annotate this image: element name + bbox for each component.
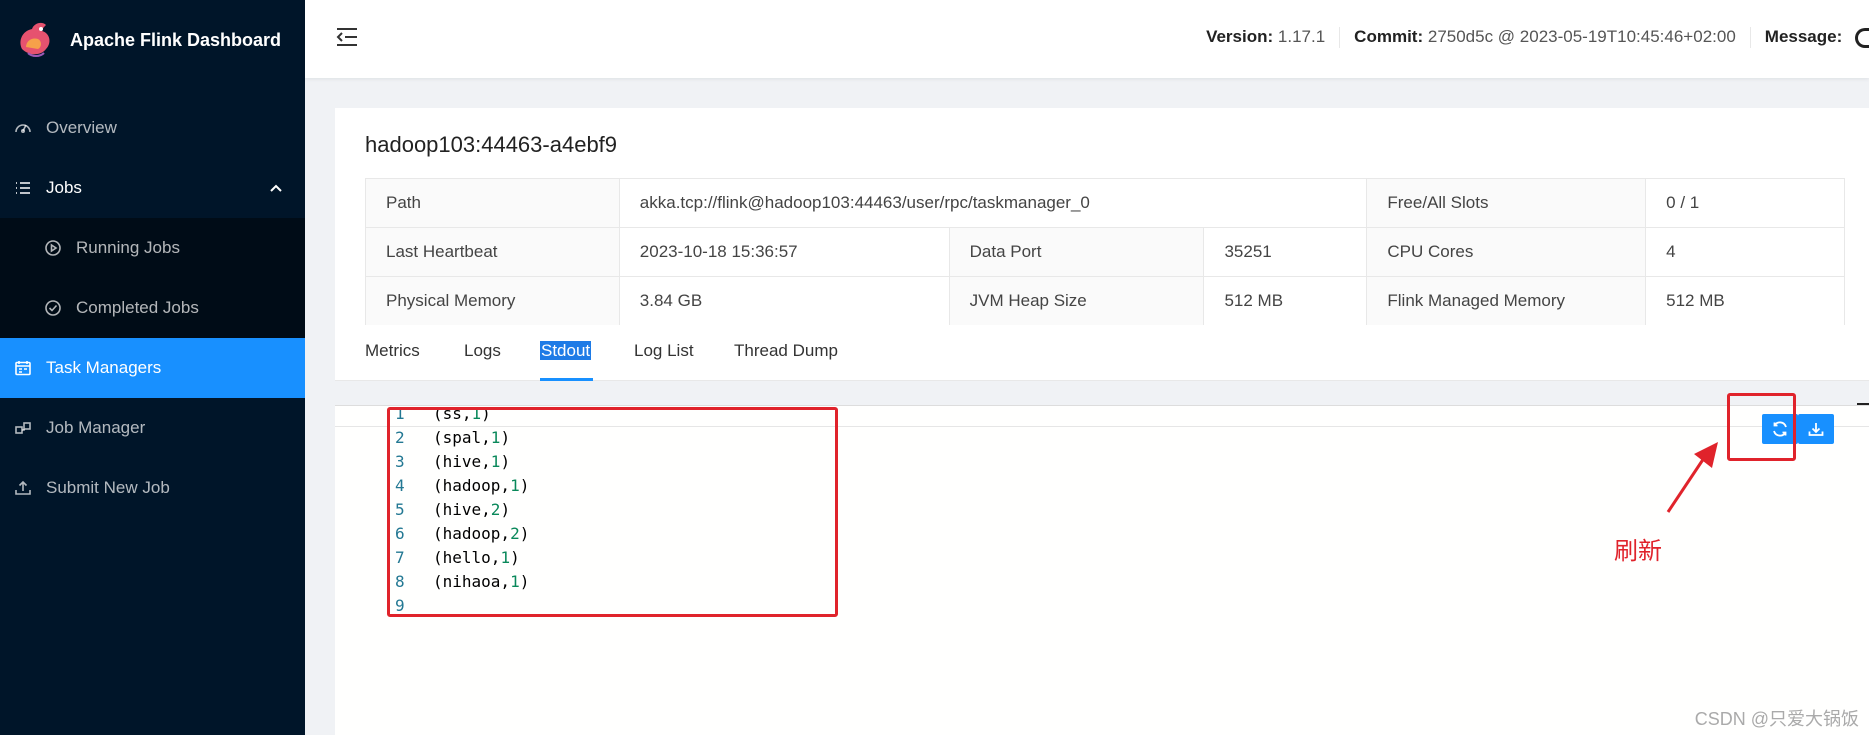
sidebar-item-running-jobs[interactable]: Running Jobs (0, 218, 305, 278)
tab-metrics[interactable]: Metrics (365, 341, 420, 361)
chevron-up-icon[interactable] (269, 180, 283, 194)
flink-logo-icon (20, 22, 50, 57)
jobs-submenu: Running Jobs Completed Jobs (0, 218, 305, 338)
version-info: Version: 1.17.1 Commit: 2750d5c @ 2023-0… (1192, 27, 1869, 48)
sidebar-item-label: Running Jobs (76, 238, 180, 257)
sidebar: Apache Flink Dashboard Overview Jobs Run… (0, 0, 305, 735)
play-circle-icon (44, 239, 62, 257)
sidebar-item-label: Completed Jobs (76, 298, 199, 317)
managed-memory-label: Flink Managed Memory (1366, 276, 1647, 326)
taskmanager-descriptions: Path akka.tcp://flink@hadoop103:44463/us… (365, 178, 1845, 326)
brand[interactable]: Apache Flink Dashboard (0, 0, 305, 80)
sidebar-item-job-manager[interactable]: Job Manager (0, 398, 305, 458)
jvm-heap-label: JVM Heap Size (948, 276, 1205, 326)
version-label: Version: (1206, 27, 1274, 46)
heartbeat-value: 2023-10-18 15:36:57 (618, 227, 950, 277)
sidebar-item-completed-jobs[interactable]: Completed Jobs (0, 278, 305, 338)
tab-stdout-label: Stdout (540, 341, 592, 360)
sidebar-item-label: Job Manager (46, 418, 146, 437)
watermark: CSDN @只爱大锅饭 (1694, 709, 1859, 729)
download-button[interactable] (1798, 414, 1834, 444)
commit-segment: Commit: 2750d5c @ 2023-05-19T10:45:46+02… (1340, 27, 1751, 48)
cpu-cores-value: 4 (1645, 227, 1845, 277)
menu-fold-icon[interactable] (335, 26, 359, 48)
check-circle-icon (44, 299, 62, 317)
sidebar-item-jobs[interactable]: Jobs (0, 158, 305, 218)
free-slots-label: Free/All Slots (1366, 178, 1647, 228)
data-port-label: Data Port (948, 227, 1205, 277)
sidebar-item-task-managers[interactable]: Task Managers (0, 338, 305, 398)
annotation-arrow-icon (1666, 442, 1718, 513)
sidebar-item-label: Jobs (46, 178, 82, 197)
message-segment: Message: (1751, 27, 1869, 48)
version-value: 1.17.1 (1277, 27, 1326, 46)
scroll-edge-mark (1857, 403, 1869, 405)
tab-bar: Metrics Logs Stdout Log List Thread Dump (335, 325, 1869, 381)
jvm-heap-value: 512 MB (1203, 276, 1368, 326)
tab-log-list[interactable]: Log List (634, 341, 694, 361)
app-title: Apache Flink Dashboard (70, 29, 282, 50)
free-slots-value: 0 / 1 (1645, 178, 1845, 228)
cluster-icon (14, 419, 32, 437)
sidebar-item-label: Overview (46, 118, 117, 137)
physical-memory-label: Physical Memory (365, 276, 620, 326)
cpu-cores-label: CPU Cores (1366, 227, 1647, 277)
tab-logs[interactable]: Logs (464, 341, 501, 361)
managed-memory-value: 512 MB (1645, 276, 1845, 326)
sidebar-item-label: Submit New Job (46, 478, 170, 497)
tab-stdout[interactable]: Stdout (540, 341, 592, 361)
path-label: Path (365, 178, 620, 228)
tab-ink-bar (540, 378, 593, 381)
commit-label: Commit: (1354, 27, 1424, 46)
schedule-icon (14, 359, 32, 377)
download-icon (1808, 423, 1824, 436)
message-label: Message: (1764, 27, 1843, 46)
annotation-label: 刷新 (1614, 537, 1662, 565)
table-row: Path akka.tcp://flink@hadoop103:44463/us… (365, 178, 1845, 228)
data-port-value: 35251 (1203, 227, 1368, 277)
commit-value: 2750d5c @ 2023-05-19T10:45:46+02:00 (1427, 27, 1736, 46)
physical-memory-value: 3.84 GB (618, 276, 950, 326)
sidebar-item-label: Task Managers (46, 358, 162, 377)
list-icon (14, 179, 32, 197)
path-value: akka.tcp://flink@hadoop103:44463/user/rp… (618, 178, 1368, 228)
dashboard-icon (14, 119, 32, 137)
message-icon[interactable] (1855, 27, 1869, 48)
upload-icon (14, 479, 32, 497)
version-segment: Version: 1.17.1 (1192, 27, 1341, 48)
stdout-highlight-box (387, 407, 838, 617)
heartbeat-label: Last Heartbeat (365, 227, 620, 277)
refresh-highlight-box (1727, 393, 1796, 461)
sidebar-item-submit-new-job[interactable]: Submit New Job (0, 458, 305, 518)
sidebar-item-overview[interactable]: Overview (0, 98, 305, 158)
tab-thread-dump[interactable]: Thread Dump (734, 341, 838, 361)
top-header: Version: 1.17.1 Commit: 2750d5c @ 2023-0… (305, 0, 1869, 78)
page-title: hadoop103:44463-a4ebf9 (365, 132, 618, 157)
table-row: Physical Memory 3.84 GB JVM Heap Size 51… (365, 276, 1845, 326)
sidebar-menu: Overview Jobs Running Jobs Completed Job… (0, 98, 305, 518)
table-row: Last Heartbeat 2023-10-18 15:36:57 Data … (365, 227, 1845, 277)
